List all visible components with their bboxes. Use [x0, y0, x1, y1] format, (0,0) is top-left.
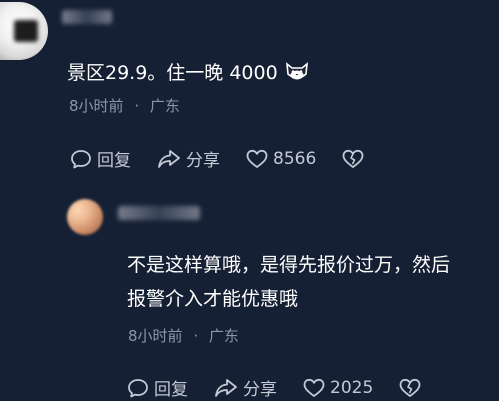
reply-icon [128, 378, 148, 397]
heart-icon [303, 378, 325, 397]
reply-actions: 回复 分享 2025 [127, 375, 452, 400]
reply-location: 广东 [208, 327, 239, 345]
reply-reply-label: 回复 [154, 380, 188, 400]
heart-icon [246, 149, 268, 168]
reply-like-count: 2025 [330, 377, 374, 398]
reply-avatar[interactable] [67, 199, 103, 235]
reply-share-button[interactable]: 分享 [214, 375, 277, 400]
reply-like-button[interactable]: 2025 [303, 378, 373, 398]
broken-heart-icon [399, 378, 421, 397]
like-button[interactable]: 8566 [246, 149, 316, 169]
comment-meta: 8小时前 · 广东 [69, 95, 180, 116]
broken-heart-icon [342, 149, 364, 168]
reply-dislike-button[interactable] [399, 378, 426, 398]
reply-meta: 8小时前 · 广东 [128, 325, 239, 346]
reply-reply-button[interactable]: 回复 [127, 375, 188, 400]
reply-icon [71, 149, 91, 168]
share-button[interactable]: 分享 [157, 146, 220, 171]
comment-actions: 回复 分享 8566 [70, 146, 395, 171]
reply-text-line2: 报警介入才能优惠哦 [127, 288, 299, 310]
meta-separator: · [134, 97, 140, 115]
comment-location: 广东 [149, 97, 180, 115]
username-blurred[interactable] [62, 10, 112, 24]
comment-text-content: 景区29.9。住一晚 4000 [67, 62, 278, 84]
share-icon [215, 378, 237, 397]
share-label: 分享 [186, 151, 220, 171]
share-icon [158, 149, 180, 168]
dislike-button[interactable] [342, 149, 369, 169]
reply-text-line1: 不是这样算哦，是得先报价过万，然后 [127, 254, 451, 276]
cat-face-emoji [284, 59, 310, 93]
reply-username-blurred[interactable] [118, 206, 200, 220]
reply-meta-separator: · [193, 327, 199, 345]
reply-share-label: 分享 [243, 380, 277, 400]
comment-time: 8小时前 [69, 97, 124, 115]
reply-time: 8小时前 [128, 327, 183, 345]
avatar-blur [14, 20, 38, 42]
avatar[interactable] [0, 2, 48, 60]
like-count: 8566 [273, 148, 317, 169]
reply-label: 回复 [97, 151, 131, 171]
reply-button[interactable]: 回复 [70, 146, 131, 171]
comment-text: 景区29.9。住一晚 4000 [67, 56, 310, 93]
